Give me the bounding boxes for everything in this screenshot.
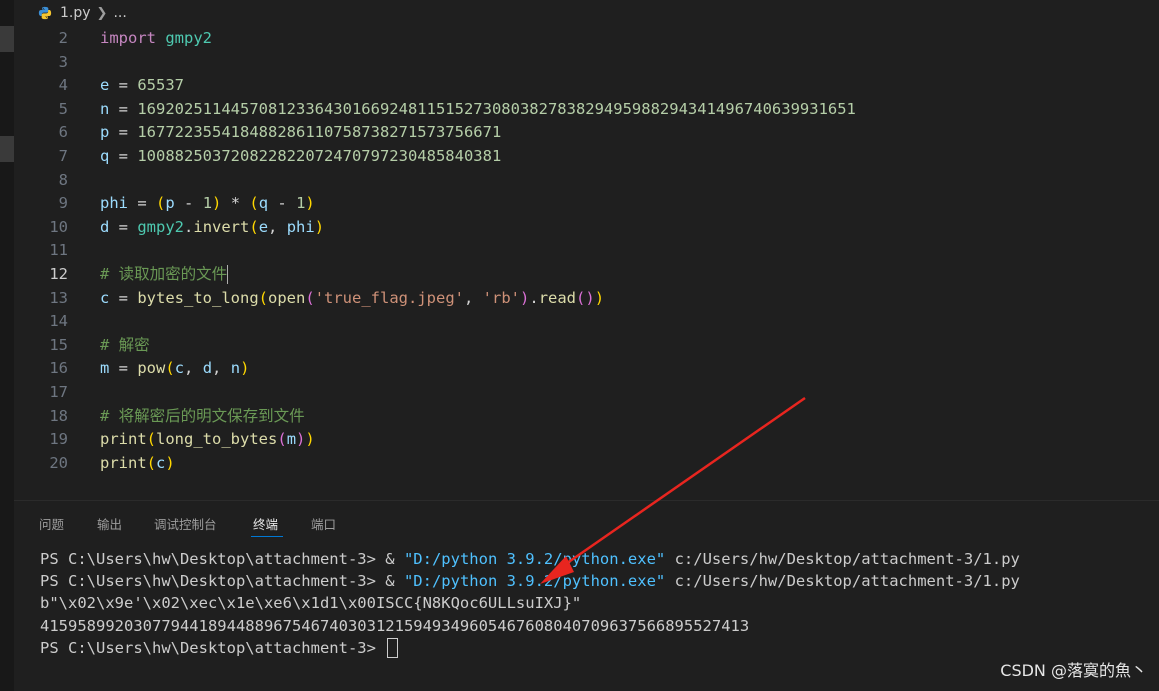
watermark: CSDN @落寞的魚丶 bbox=[1000, 661, 1147, 680]
arrow-head bbox=[540, 556, 574, 584]
red-arrow-annotation bbox=[540, 396, 806, 584]
arrow-shaft bbox=[559, 396, 806, 570]
